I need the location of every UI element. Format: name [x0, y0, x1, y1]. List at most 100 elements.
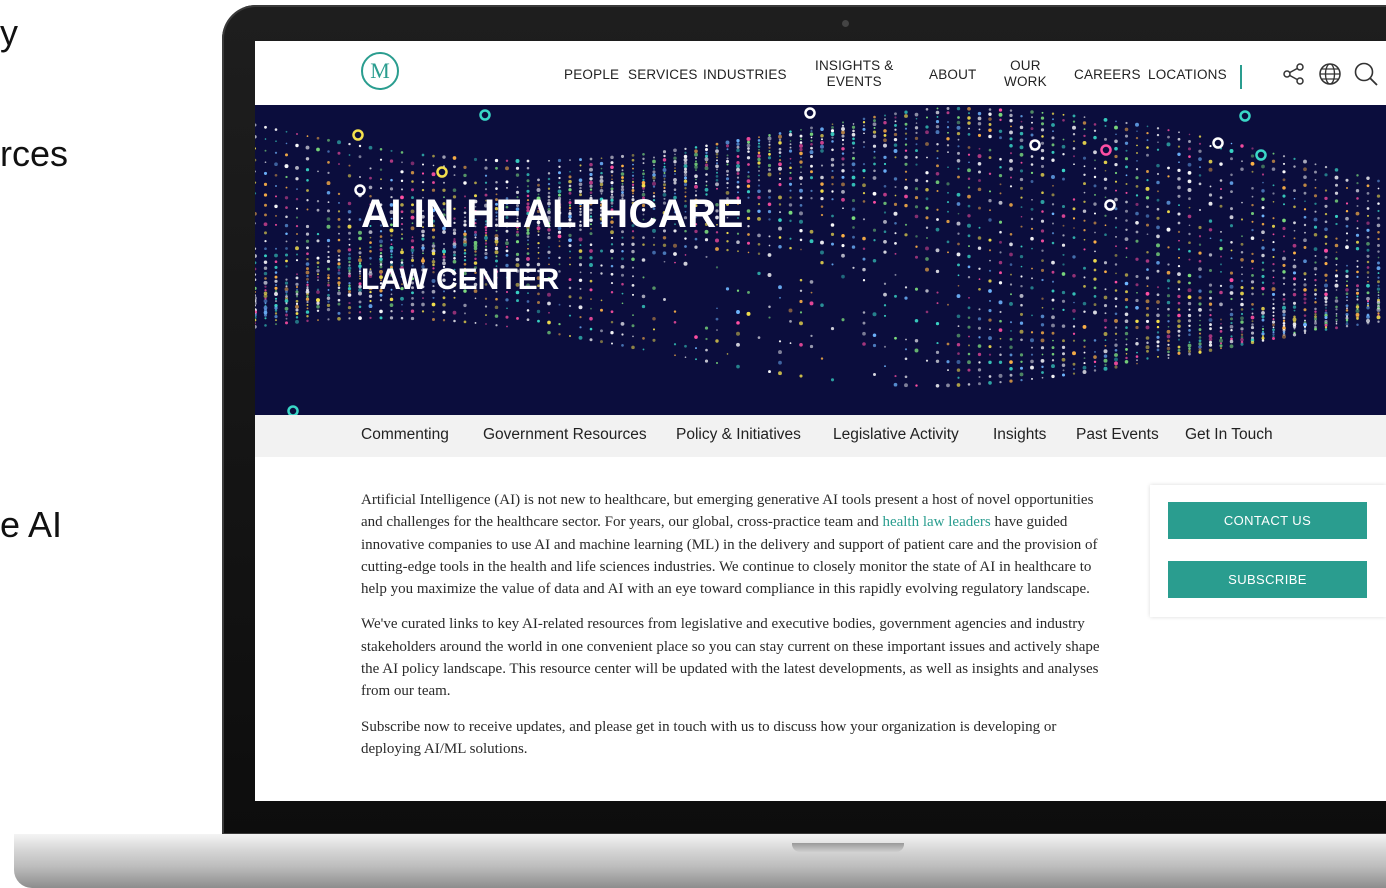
hero-dot: [968, 296, 970, 299]
hero-dot: [1020, 206, 1023, 209]
hero-dot: [716, 156, 718, 159]
hero-dot: [767, 156, 772, 160]
contact-us-button[interactable]: CONTACT US: [1168, 502, 1367, 539]
hero-dot: [810, 126, 813, 130]
hero-dot: [1272, 200, 1275, 203]
hero-dot: [1136, 144, 1138, 147]
hero-dot: [988, 199, 992, 203]
hero-dot: [1304, 231, 1306, 234]
hero-dot: [255, 291, 256, 293]
hero-dot: [1136, 130, 1138, 133]
hero-dot: [662, 168, 667, 172]
hero-dot: [1061, 272, 1066, 276]
hero-dot: [390, 243, 393, 246]
share-icon[interactable]: [1281, 61, 1307, 87]
hero-dot: [778, 350, 782, 355]
hero-dot: [285, 175, 288, 179]
hero-dot: [306, 274, 309, 278]
hero-dot: [1229, 181, 1234, 185]
hero-dot: [1104, 270, 1107, 274]
hero-dot: [306, 189, 309, 192]
hero-dot: [1282, 170, 1286, 174]
nav-industries[interactable]: INDUSTRIES: [703, 67, 787, 83]
hero-dot: [957, 263, 960, 267]
hero-dot: [695, 157, 697, 159]
hero-dot: [935, 269, 940, 274]
hero-dot: [1083, 219, 1086, 222]
nav-about[interactable]: ABOUT: [929, 67, 977, 83]
hero-dot: [977, 187, 982, 192]
subnav-past-events[interactable]: Past Events: [1076, 426, 1159, 444]
hero-dot: [316, 269, 320, 273]
hero-dot: [1019, 312, 1024, 316]
nav-services[interactable]: SERVICES: [628, 67, 698, 83]
globe-icon[interactable]: [1317, 61, 1343, 87]
hero-dot: [1178, 131, 1180, 134]
nav-people[interactable]: PEOPLE: [564, 67, 619, 83]
hero-dot: [463, 312, 467, 315]
hero-dot: [1009, 152, 1013, 155]
hero-dot: [474, 321, 477, 324]
hero-dot: [1156, 335, 1160, 339]
hero-dot: [1019, 372, 1024, 377]
health-law-leaders-link[interactable]: health law leaders: [882, 514, 990, 530]
hero-dot: [999, 380, 1002, 384]
hero-dot: [1010, 329, 1012, 332]
hero-dot: [978, 128, 981, 131]
hero-dot: [1219, 338, 1223, 343]
hero-dot: [1282, 226, 1286, 231]
hero-dot: [1335, 237, 1338, 240]
subnav-insights[interactable]: Insights: [993, 426, 1046, 444]
subnav-legislative-activity[interactable]: Legislative Activity: [833, 426, 959, 444]
hero-dot: [1146, 131, 1149, 135]
hero-dot: [1072, 339, 1076, 342]
subnav-commenting[interactable]: Commenting: [361, 426, 449, 444]
hero-dot: [893, 211, 898, 216]
hero-dot: [757, 209, 761, 213]
hero-dot: [337, 210, 341, 213]
hero-dot: [1041, 353, 1044, 356]
hero-dot: [1219, 246, 1223, 251]
hero-dot: [1125, 338, 1128, 341]
hero-dot: [778, 360, 782, 365]
hero-dot: [862, 163, 866, 166]
hero-dot: [1188, 341, 1191, 344]
subscribe-button[interactable]: SUBSCRIBE: [1168, 561, 1367, 598]
hero-dot: [610, 170, 614, 174]
subnav-get-in-touch[interactable]: Get In Touch: [1185, 426, 1273, 444]
hero-dot: [1282, 305, 1286, 310]
hero-dot: [977, 121, 982, 126]
hero-dot: [715, 149, 719, 153]
hero-dot: [673, 181, 677, 185]
hero-dot: [1345, 186, 1349, 190]
subnav-policy-initiatives[interactable]: Policy & Initiatives: [676, 426, 801, 444]
nav-locations[interactable]: LOCATIONS: [1148, 67, 1227, 83]
hero-dot: [736, 289, 740, 292]
search-icon[interactable]: [1353, 61, 1379, 87]
hero-dot: [1208, 201, 1213, 206]
hero-dot: [1051, 212, 1055, 216]
hero-dot: [1230, 317, 1233, 321]
site-logo[interactable]: M: [361, 52, 399, 90]
hero-dot: [757, 165, 761, 169]
subnav-government-resources[interactable]: Government Resources: [483, 426, 647, 444]
hero-dot: [1208, 302, 1213, 306]
hero-dot: [1356, 181, 1359, 185]
nav-our-work[interactable]: OUR WORK: [1004, 58, 1047, 90]
hero-dot: [1198, 243, 1202, 246]
hero-dot: [1041, 306, 1044, 309]
hero-dot: [1292, 264, 1297, 269]
hero-dot: [768, 140, 771, 143]
hero-dot: [338, 284, 340, 287]
hero-dot: [809, 301, 814, 306]
hero-dot: [568, 188, 572, 192]
hero-dot: [1040, 239, 1045, 243]
hero-dot: [736, 172, 740, 175]
hero-dot: [347, 248, 352, 252]
hero-dot: [453, 256, 456, 260]
nav-insights-events[interactable]: INSIGHTS & EVENTS: [815, 58, 894, 90]
hero-dot: [883, 192, 887, 197]
hero-dot: [1209, 308, 1212, 312]
hero-dot: [904, 286, 908, 289]
nav-careers[interactable]: CAREERS: [1074, 67, 1141, 83]
